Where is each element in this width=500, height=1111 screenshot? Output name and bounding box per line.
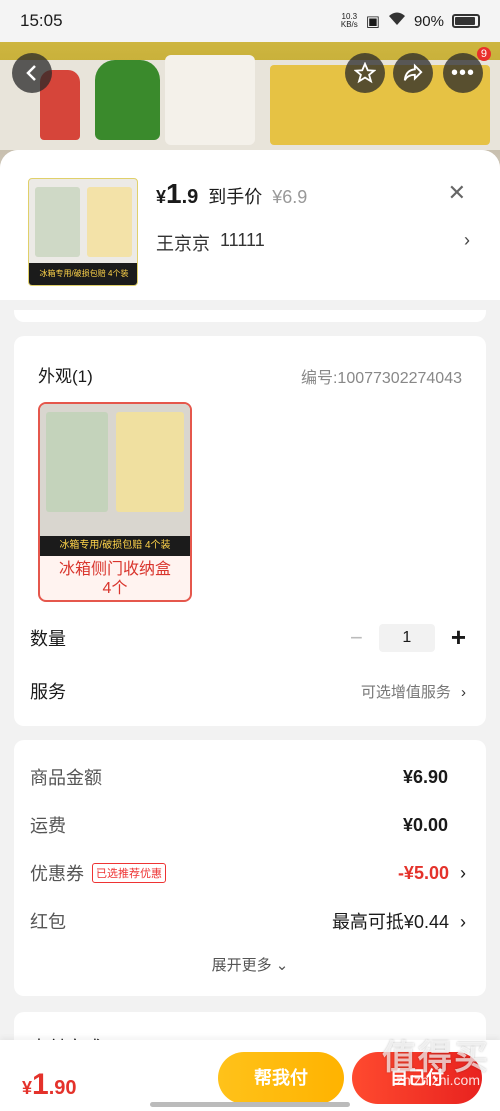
battery-icon [452, 14, 480, 28]
coupon-value-wrap: -¥5.00 › [398, 863, 466, 884]
share-button[interactable] [393, 53, 433, 93]
status-time: 15:05 [20, 11, 63, 30]
section-strip [14, 310, 486, 322]
shipping-label: 运费 [30, 816, 66, 836]
status-bar: 15:05 10.3 KB/s ▣ 90% [0, 0, 500, 42]
shop-id: 11111 [220, 230, 265, 250]
purchase-sheet: 冰箱专用/破损包赔 4个装 ¥1 .9 到手价 ¥6.9 ✕ 王京京 11111… [0, 150, 500, 1111]
veg-greens [95, 60, 160, 140]
quantity-minus-button[interactable]: − [350, 625, 363, 651]
shipping-row: 运费 ¥0.00 [30, 812, 466, 838]
chevron-right-icon: › [461, 683, 466, 701]
wifi-icon [388, 12, 406, 30]
star-icon [354, 62, 376, 84]
quantity-row: 数量 − 1 + [30, 622, 466, 653]
service-link: 可选增值服务 › [360, 683, 466, 701]
more-dots-icon: ••• [450, 61, 475, 84]
coupon-value: -¥5.00 [397, 862, 449, 883]
product-header: 冰箱专用/破损包赔 4个装 ¥1 .9 到手价 ¥6.9 ✕ 王京京 11111… [0, 150, 500, 300]
watermark-url: zhizhizhi.com [395, 1072, 480, 1088]
redpack-value-wrap: 最高可抵¥0.44 › [332, 908, 466, 934]
quantity-stepper: − 1 + [350, 622, 466, 653]
home-indicator[interactable] [150, 1102, 350, 1107]
service-row[interactable]: 服务 可选增值服务 › [30, 678, 466, 704]
original-price: ¥6.9 [272, 187, 308, 207]
redpack-label: 红包 [30, 912, 66, 932]
coupon-label: 优惠券 已选推荐优惠 [30, 860, 166, 886]
redpack-value: 最高可抵¥0.44 [331, 912, 449, 932]
chevron-right-icon[interactable]: › [464, 230, 470, 251]
option-image: 冰箱专用/破损包赔 4个装 [40, 404, 190, 556]
thumb-banner: 冰箱专用/破损包赔 4个装 [29, 263, 137, 285]
price-row: ¥1 .9 到手价 ¥6.9 [156, 178, 307, 210]
service-label: 服务 [30, 682, 66, 702]
fee-card: 商品金额 ¥6.90 运费 ¥0.00 优惠券 已选推荐优惠 -¥5.00 › … [14, 740, 486, 996]
quantity-label: 数量 [30, 628, 66, 649]
coupon-tag: 已选推荐优惠 [92, 863, 166, 883]
expand-more-button[interactable]: 展开更多 ⌄ [14, 954, 486, 975]
spec-card: 外观(1) 编号:10077302274043 冰箱专用/破损包赔 4个装 冰箱… [14, 336, 486, 726]
help-pay-button[interactable]: 帮我付 [218, 1052, 344, 1104]
nfc-icon: ▣ [365, 13, 380, 30]
status-icons: 10.3 KB/s ▣ 90% [341, 12, 480, 30]
share-icon [403, 63, 423, 81]
price: ¥1 [156, 178, 182, 209]
chevron-right-icon: › [460, 862, 466, 883]
back-button[interactable] [12, 53, 52, 93]
product-thumbnail[interactable]: 冰箱专用/破损包赔 4个装 [28, 178, 138, 286]
chevron-left-icon [26, 65, 36, 81]
close-button[interactable]: ✕ [448, 180, 466, 206]
more-button[interactable]: ••• 9 [443, 47, 491, 93]
shop-name: 王京京 [156, 234, 210, 254]
goods-amount-label: 商品金额 [30, 768, 102, 788]
goods-amount-value: ¥6.90 [402, 766, 448, 787]
chevron-down-icon: ⌄ [275, 957, 289, 974]
option-label: 冰箱侧门收纳盒 4个 [58, 561, 171, 597]
option-banner: 冰箱专用/破损包赔 4个装 [40, 536, 190, 556]
appearance-option[interactable]: 冰箱专用/破损包赔 4个装 冰箱侧门收纳盒 4个 [38, 402, 192, 602]
battery-level: 90% [413, 12, 444, 30]
message-badge: 9 [476, 47, 491, 61]
quantity-input[interactable]: 1 [378, 623, 435, 652]
chevron-right-icon: › [460, 912, 466, 932]
deal-label: 到手价 [208, 187, 263, 207]
quantity-plus-button[interactable]: + [451, 622, 466, 653]
price-decimal: .9 [181, 186, 199, 208]
goods-amount-row: 商品金额 ¥6.90 [30, 764, 466, 790]
shipping-value: ¥0.00 [402, 814, 448, 835]
coupon-row[interactable]: 优惠券 已选推荐优惠 -¥5.00 › [30, 860, 466, 886]
appearance-title: 外观(1) [38, 367, 93, 386]
total-price: ¥ 1 .90 [22, 1068, 77, 1101]
favorite-button[interactable] [345, 53, 385, 93]
network-speed: 10.3 KB/s [340, 12, 358, 29]
bottles [165, 55, 255, 145]
shop-info[interactable]: 王京京 11111 [156, 230, 265, 256]
close-icon: ✕ [447, 180, 466, 205]
redpack-row[interactable]: 红包 最高可抵¥0.44 › [30, 908, 466, 934]
product-code: 编号:10077302274043 [300, 370, 462, 387]
